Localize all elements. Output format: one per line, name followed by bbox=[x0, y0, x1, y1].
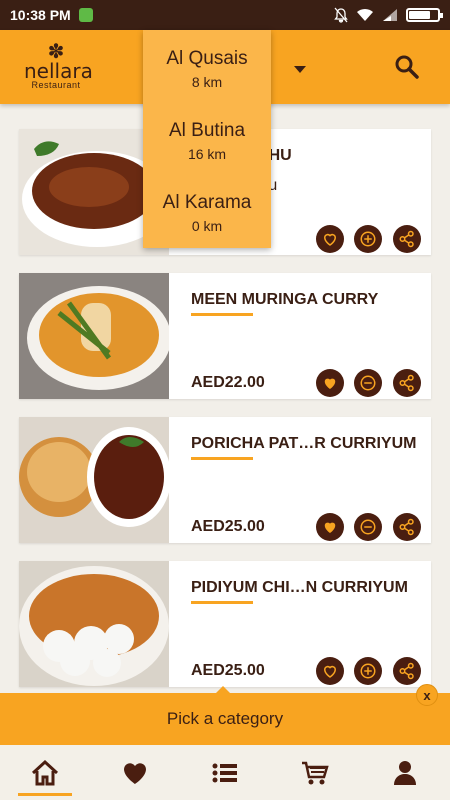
restaurant-logo[interactable]: ✽ nellara Restaurant bbox=[24, 42, 93, 90]
favorite-button[interactable] bbox=[316, 369, 344, 397]
dish-price: AED22.00 bbox=[191, 374, 265, 391]
nav-profile[interactable] bbox=[360, 745, 450, 800]
heart-outline-icon bbox=[323, 665, 337, 678]
share-icon bbox=[399, 662, 414, 680]
location-dropdown: Al Qusais 8 km Al Butina 16 km Al Karama… bbox=[143, 30, 271, 248]
location-name: Al Karama bbox=[162, 192, 252, 213]
dish-title[interactable]: PIDIYUM CHI…N CURRIYUM bbox=[191, 579, 408, 597]
status-time: 10:38 PM bbox=[10, 7, 71, 23]
remove-button[interactable] bbox=[354, 369, 382, 397]
location-distance: 8 km bbox=[191, 74, 223, 90]
title-underline bbox=[191, 313, 253, 316]
dish-card[interactable]: MEEN MURINGA CURRY AED22.00 bbox=[19, 273, 431, 399]
remove-button[interactable] bbox=[354, 513, 382, 541]
add-button[interactable] bbox=[354, 225, 382, 253]
battery-icon bbox=[406, 8, 443, 22]
home-icon bbox=[31, 759, 59, 785]
android-app-icon bbox=[78, 8, 93, 22]
minus-circle-icon bbox=[360, 375, 376, 391]
dish-photo bbox=[19, 417, 169, 543]
cart-icon bbox=[302, 761, 329, 784]
share-icon bbox=[399, 518, 414, 536]
share-icon bbox=[399, 230, 414, 248]
heart-icon bbox=[124, 762, 146, 784]
share-button[interactable] bbox=[393, 225, 421, 253]
share-button[interactable] bbox=[393, 369, 421, 397]
signal-icon bbox=[383, 9, 397, 21]
list-icon bbox=[212, 763, 237, 782]
profile-icon bbox=[394, 760, 416, 785]
location-distance: 0 km bbox=[191, 218, 223, 234]
dish-card[interactable]: PORICHA PAT…R CURRIYUM AED25.00 bbox=[19, 417, 431, 543]
add-button[interactable] bbox=[354, 657, 382, 685]
nav-menu-list[interactable] bbox=[180, 745, 270, 800]
location-option[interactable]: Al Karama 0 km bbox=[143, 174, 271, 246]
nav-home[interactable] bbox=[0, 745, 90, 800]
title-underline bbox=[191, 457, 253, 460]
wifi-icon bbox=[357, 8, 373, 21]
nav-favorites[interactable] bbox=[90, 745, 180, 800]
share-button[interactable] bbox=[393, 513, 421, 541]
dish-price: AED25.00 bbox=[191, 518, 265, 535]
pick-category-bar[interactable]: Pick a category bbox=[0, 693, 450, 745]
dish-card[interactable]: PIDIYUM CHI…N CURRIYUM AED25.00 bbox=[19, 561, 431, 687]
share-icon bbox=[399, 374, 414, 392]
location-name: Al Butina bbox=[168, 120, 246, 141]
dish-title[interactable]: MEEN MURINGA CURRY bbox=[191, 291, 378, 309]
location-dropdown-caret-icon[interactable] bbox=[294, 66, 306, 73]
location-distance: 16 km bbox=[187, 146, 227, 162]
mute-bell-icon bbox=[334, 7, 348, 23]
favorite-button[interactable] bbox=[316, 657, 344, 685]
heart-outline-icon bbox=[323, 233, 337, 246]
status-bar: 10:38 PM bbox=[0, 0, 450, 30]
plus-circle-icon bbox=[360, 663, 376, 679]
heart-filled-icon bbox=[324, 522, 336, 533]
title-underline bbox=[191, 601, 253, 604]
heart-filled-icon bbox=[324, 378, 336, 389]
dish-title[interactable]: PORICHA PAT…R CURRIYUM bbox=[191, 435, 416, 453]
plus-circle-icon bbox=[360, 231, 376, 247]
dish-price: AED25.00 bbox=[191, 662, 265, 679]
pick-category-label: Pick a category bbox=[166, 709, 284, 728]
share-button[interactable] bbox=[393, 657, 421, 685]
close-category-button[interactable]: x bbox=[416, 684, 438, 706]
search-icon[interactable] bbox=[394, 54, 420, 80]
favorite-button[interactable] bbox=[316, 225, 344, 253]
dish-photo bbox=[19, 561, 169, 687]
favorite-button[interactable] bbox=[316, 513, 344, 541]
logo-subtitle: Restaurant bbox=[31, 80, 81, 90]
minus-circle-icon bbox=[360, 519, 376, 535]
location-option[interactable]: Al Qusais 8 km bbox=[143, 30, 271, 102]
location-option[interactable]: Al Butina 16 km bbox=[143, 102, 271, 174]
dish-photo bbox=[19, 273, 169, 399]
location-name: Al Qusais bbox=[166, 48, 248, 69]
nav-cart[interactable] bbox=[270, 745, 360, 800]
logo-name: nellara bbox=[24, 59, 93, 83]
bottom-nav bbox=[0, 745, 450, 800]
